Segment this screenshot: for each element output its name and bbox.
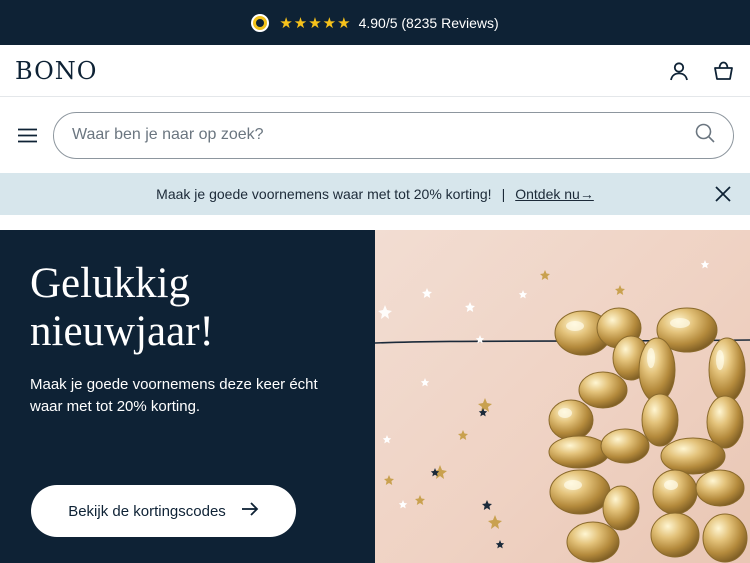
promo-message: Maak je goede voornemens waar met tot 20… xyxy=(156,186,492,202)
rating-bar: ★★★★★ 4.90/5 (8235 Reviews) xyxy=(0,0,750,45)
hero-title-line2: nieuwjaar! xyxy=(30,308,214,355)
cart-icon[interactable] xyxy=(712,60,734,82)
menu-icon[interactable] xyxy=(16,124,38,146)
gold-balloons-2025-image xyxy=(375,230,750,563)
rating-text[interactable]: 4.90/5 (8235 Reviews) xyxy=(359,15,499,31)
promo-separator: | xyxy=(501,186,506,202)
search-box[interactable] xyxy=(53,111,734,159)
search-input[interactable] xyxy=(72,126,695,144)
close-icon[interactable] xyxy=(713,184,733,204)
hero-banner: Gelukkig nieuwjaar! Maak je goede voorne… xyxy=(0,230,750,563)
search-row xyxy=(0,97,750,173)
promo-bar: Maak je goede voornemens waar met tot 20… xyxy=(0,173,750,215)
hero-panel: Gelukkig nieuwjaar! Maak je goede voorne… xyxy=(0,230,375,563)
promo-link[interactable]: Ontdek nu→ xyxy=(515,186,594,202)
discount-codes-button[interactable]: Bekijk de kortingscodes xyxy=(31,485,296,537)
discount-codes-button-label: Bekijk de kortingscodes xyxy=(68,502,226,520)
trusted-shops-badge-icon xyxy=(251,13,270,32)
hero-text: Maak je goede voornemens deze keer écht … xyxy=(30,376,318,415)
header-icons xyxy=(668,60,734,82)
search-icon[interactable] xyxy=(695,123,715,148)
account-icon[interactable] xyxy=(668,60,690,82)
site-header: BONO xyxy=(0,45,750,97)
logo[interactable]: BONO xyxy=(15,57,97,85)
hero-title-line1: Gelukkig xyxy=(30,260,191,307)
arrow-right-icon xyxy=(241,502,259,520)
rating-stars: ★★★★★ xyxy=(279,14,352,32)
hero-title: Gelukkig nieuwjaar! xyxy=(30,260,345,356)
